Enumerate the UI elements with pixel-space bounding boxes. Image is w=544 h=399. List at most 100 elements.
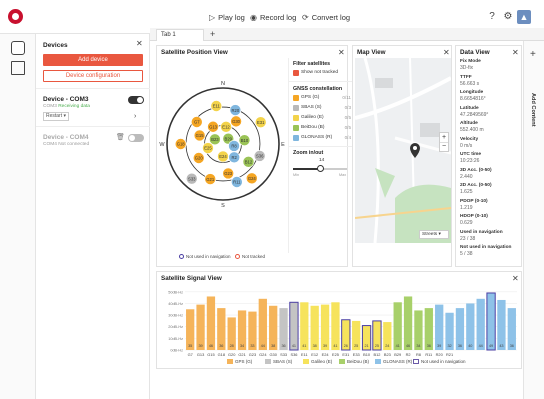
add-tab-icon[interactable]: + xyxy=(210,28,215,40)
satellite-marker[interactable]: R2 xyxy=(228,151,240,164)
convert-log-button[interactable]: ⟳ Convert log xyxy=(302,11,350,23)
map-zoom-in-button[interactable]: + xyxy=(440,133,448,142)
legend-label: Galileo (E) xyxy=(311,359,333,364)
data-view-label: Altitude xyxy=(460,121,478,126)
close-satellite-signal-icon[interactable]: ✕ xyxy=(512,274,519,283)
add-content-plus-icon[interactable]: + xyxy=(530,49,536,60)
satellite-marker[interactable]: B12 xyxy=(242,156,255,168)
constellation-count: 0/3 xyxy=(344,105,351,110)
show-not-tracked-checkbox[interactable]: Show not tracked xyxy=(293,69,351,77)
satellite-label: R20 xyxy=(231,108,239,113)
constellation-label: SBAS (S) xyxy=(301,105,322,110)
signal-bar[interactable] xyxy=(403,296,413,350)
bar-value-label: 41 xyxy=(333,344,337,348)
constellation-glonass-checkbox[interactable]: GLONASS (R) 0/4 xyxy=(293,134,351,142)
signal-bar[interactable] xyxy=(476,298,485,350)
satellite-position-title: Satellite Position View xyxy=(161,49,228,56)
close-satellite-position-icon[interactable]: ✕ xyxy=(338,48,345,57)
zoom-slider-handle[interactable] xyxy=(317,165,324,172)
x-tick-label: G21 xyxy=(238,352,245,357)
settings-gear-icon[interactable]: ⚙ xyxy=(502,11,514,23)
compass-label: S xyxy=(221,203,225,209)
signal-bar[interactable] xyxy=(486,292,496,351)
satellite-marker[interactable]: G24 xyxy=(245,172,258,185)
add-device-button[interactable]: Add device xyxy=(43,54,143,66)
legend-swatch-icon xyxy=(227,359,233,364)
data-view-value: 1.625 xyxy=(460,189,473,195)
signal-bar[interactable] xyxy=(206,296,216,350)
close-devices-icon[interactable]: ✕ xyxy=(136,39,143,48)
satellite-marker[interactable]: E31 xyxy=(254,116,267,129)
zoom-value: 14 xyxy=(319,158,325,163)
devices-rail-icon[interactable] xyxy=(11,41,25,55)
satellite-label: R8 xyxy=(231,144,237,149)
x-tick-label: E33 xyxy=(353,352,360,357)
satellite-marker[interactable]: S33 xyxy=(185,172,198,185)
checkbox-icon xyxy=(293,115,299,121)
satellite-marker[interactable]: G23 xyxy=(222,167,234,180)
map-zoom-out-button[interactable]: − xyxy=(440,142,448,151)
signal-bar[interactable] xyxy=(258,298,267,350)
signal-bar[interactable] xyxy=(393,302,402,350)
constellation-gps-checkbox[interactable]: GPS (G) 0/11 xyxy=(293,94,351,102)
satellite-marker[interactable]: R11 xyxy=(231,176,243,188)
convert-log-label: Convert log xyxy=(311,12,351,22)
zoom-slider-track[interactable] xyxy=(293,165,347,172)
data-view-value: 1.219 xyxy=(460,204,473,211)
device-configuration-button[interactable]: Device configuration xyxy=(43,70,143,82)
checkbox-icon xyxy=(293,70,299,76)
y-tick-label: 50dB-Hz xyxy=(168,290,183,294)
device-com3-action-select[interactable]: Restart ▾ xyxy=(43,112,69,121)
satellite-marker[interactable]: G30 xyxy=(230,115,242,128)
constellation-label: Galileo (E) xyxy=(301,115,324,120)
data-view-title: Data View xyxy=(460,49,490,56)
help-icon[interactable]: ? xyxy=(486,11,498,23)
satellite-marker[interactable]: G15 xyxy=(193,129,206,142)
compass-label: E xyxy=(281,142,285,148)
user-avatar-icon[interactable]: ▲ xyxy=(517,10,531,24)
map-layer-select[interactable]: Streets ▾ xyxy=(419,230,449,239)
satellite-marker[interactable]: G18 xyxy=(174,138,187,150)
satellite-label: G24 xyxy=(248,176,257,181)
bar-value-label: 40 xyxy=(468,344,472,348)
data-view-value: 23 / 38 xyxy=(460,235,476,242)
satellite-marker[interactable]: E24 xyxy=(217,150,229,163)
play-log-button[interactable]: ▷ Play log xyxy=(209,11,245,23)
satellite-marker[interactable]: E11 xyxy=(210,100,223,112)
satellite-marker[interactable]: G21 xyxy=(204,173,217,185)
constellation-beidou-checkbox[interactable]: BeiDou (B) 0/5 xyxy=(293,124,351,132)
checkbox-icon xyxy=(293,135,299,141)
signal-bar[interactable] xyxy=(497,299,506,350)
satellite-marker[interactable]: B10 xyxy=(238,134,251,147)
satellite-marker[interactable]: R20 xyxy=(229,104,242,116)
signal-bar[interactable] xyxy=(289,301,299,351)
signal-bar[interactable] xyxy=(331,302,340,350)
signal-bar[interactable] xyxy=(300,302,309,350)
close-map-view-icon[interactable]: ✕ xyxy=(443,48,450,57)
tab-bar: Tab 1 + xyxy=(150,28,544,41)
device-com3-expand-icon[interactable]: › xyxy=(134,113,136,120)
satellite-marker[interactable]: R8 xyxy=(228,140,240,152)
device-com3-toggle[interactable] xyxy=(128,96,144,104)
record-icon: ◉ xyxy=(250,12,257,22)
legend-swatch-icon xyxy=(413,359,419,364)
satellite-marker[interactable]: S36 xyxy=(253,150,266,162)
satellite-marker[interactable]: G20 xyxy=(192,152,205,164)
trash-icon[interactable]: 🗑 xyxy=(116,133,125,141)
satellite-marker[interactable]: G7 xyxy=(190,116,203,128)
close-data-view-icon[interactable]: ✕ xyxy=(512,48,519,57)
add-content-rail[interactable]: + Add Content xyxy=(523,41,544,399)
configuration-rail-icon[interactable] xyxy=(11,61,25,75)
map-canvas[interactable] xyxy=(355,58,451,243)
data-view-value: 5 / 38 xyxy=(460,251,473,257)
satellite-marker[interactable]: G13 xyxy=(207,120,219,133)
devices-title: Devices xyxy=(43,42,68,49)
x-tick-label: G13 xyxy=(197,352,204,357)
tab-1[interactable]: Tab 1 xyxy=(156,29,204,41)
constellation-galileo-checkbox[interactable]: Galileo (E) 0/5 xyxy=(293,114,351,122)
satellite-marker[interactable]: E12 xyxy=(220,121,232,133)
record-log-button[interactable]: ◉ Record log xyxy=(250,11,296,23)
constellation-sbas-checkbox[interactable]: SBAS (S) 0/3 xyxy=(293,104,351,112)
device-com4-toggle[interactable] xyxy=(128,134,144,142)
satellite-marker[interactable]: B23 xyxy=(209,133,221,146)
